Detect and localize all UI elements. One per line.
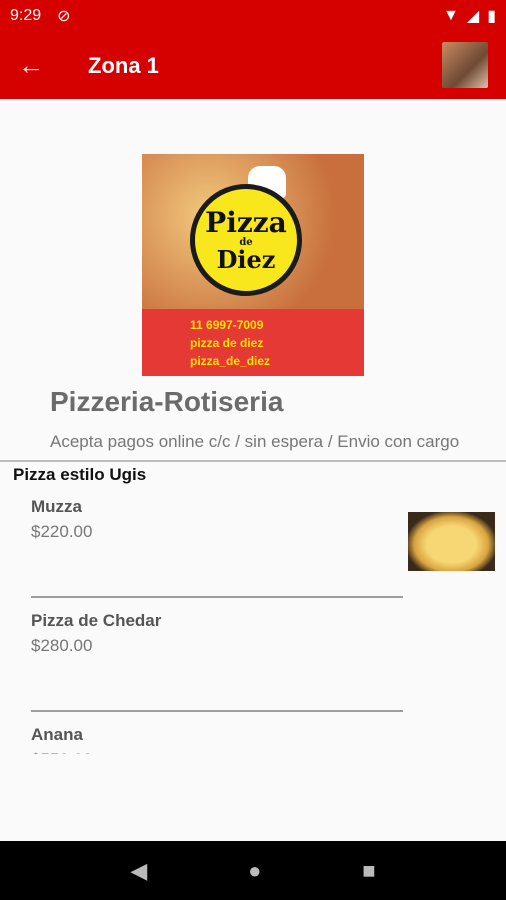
status-time: 9:29 [10, 7, 42, 24]
item-name: Muzza [31, 497, 82, 516]
app-bar: ← Zona 1 [0, 32, 506, 99]
store-content[interactable]: Pizza de Diez 11 6997-7009 pizza de diez… [0, 99, 506, 841]
logo-line3: Diez [216, 244, 276, 274]
back-nav-icon[interactable]: ◀ [130, 858, 147, 884]
list-clip [0, 754, 506, 841]
item-name: Pizza de Chedar [31, 611, 162, 630]
system-nav-bar: ◀ ● ■ [0, 841, 506, 900]
item-divider [31, 596, 403, 598]
item-divider [31, 710, 403, 712]
home-nav-icon[interactable]: ● [248, 858, 261, 884]
store-name: Pizzeria-Rotiseria [50, 386, 284, 417]
signal-icon: ◢ [466, 8, 480, 25]
item-price: $220.00 [31, 522, 93, 541]
item-price: $280.00 [31, 636, 93, 655]
item-thumbnail[interactable] [408, 512, 495, 571]
divider [0, 460, 506, 462]
logo-instagram: pizza_de_diez [190, 354, 271, 368]
logo-contact-info: 11 6997-7009 pizza de diez pizza_de_diez [142, 309, 364, 376]
page-title: Zona 1 [88, 52, 159, 78]
logo-facebook: pizza de diez [190, 336, 264, 350]
recents-nav-icon[interactable]: ■ [362, 858, 375, 884]
wifi-icon: ▼ [443, 7, 459, 24]
logo-badge: Pizza de Diez [190, 184, 302, 296]
status-bar: 9:29 ⊘ ▼ ◢ ▮ [0, 0, 506, 32]
store-description: Acepta pagos online c/c / sin espera / E… [50, 432, 460, 451]
back-arrow-icon[interactable]: ← [18, 50, 44, 81]
dnd-icon: ⊘ [57, 8, 71, 25]
avatar[interactable] [442, 42, 488, 88]
logo-line1: Pizza [205, 205, 287, 239]
battery-icon: ▮ [487, 8, 496, 25]
store-logo: Pizza de Diez 11 6997-7009 pizza de diez… [142, 154, 364, 376]
logo-phone: 11 6997-7009 [190, 318, 264, 332]
item-name: Anana [31, 725, 83, 744]
section-title: Pizza estilo Ugis [13, 465, 147, 484]
